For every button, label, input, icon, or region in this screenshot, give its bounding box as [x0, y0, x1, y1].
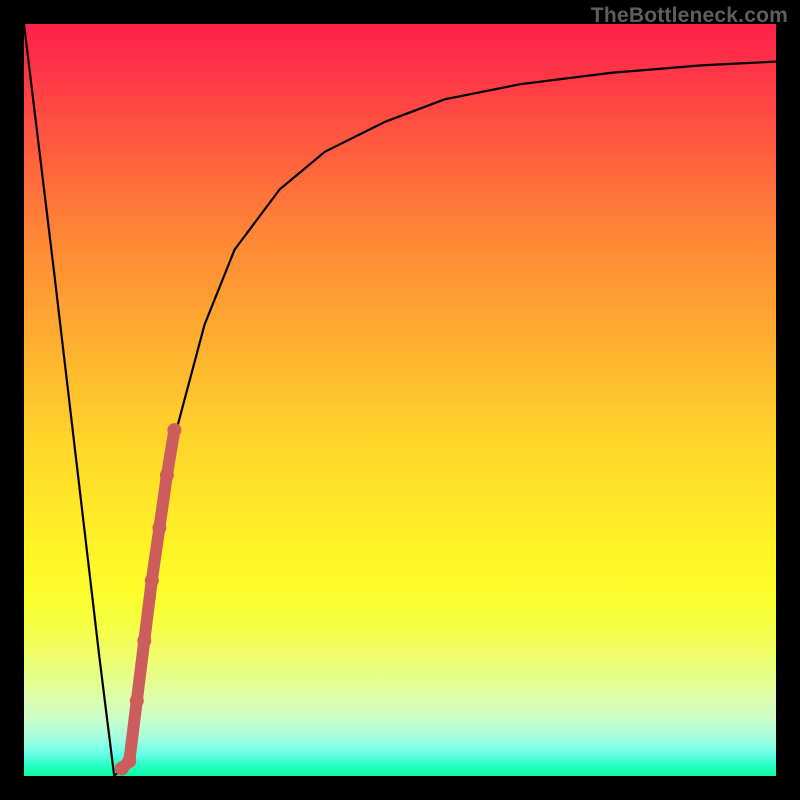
- highlight-dot: [160, 468, 174, 482]
- chart-svg: [24, 24, 776, 776]
- highlight-dot: [130, 694, 144, 708]
- highlight-dot: [152, 521, 166, 535]
- highlight-dot: [145, 574, 159, 588]
- highlight-dot: [167, 423, 181, 437]
- highlight-dot: [137, 634, 151, 648]
- highlight-dot: [122, 754, 136, 768]
- watermark-text: TheBottleneck.com: [591, 4, 788, 28]
- plot-area: [24, 24, 776, 776]
- chart-frame: TheBottleneck.com: [0, 0, 800, 800]
